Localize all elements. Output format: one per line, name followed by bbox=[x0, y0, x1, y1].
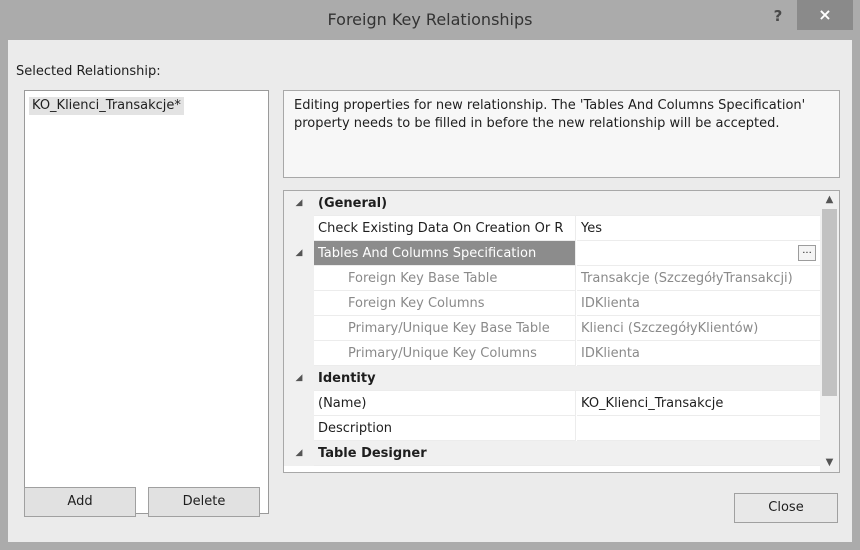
scroll-thumb[interactable] bbox=[822, 209, 837, 396]
property-value[interactable] bbox=[577, 416, 820, 441]
property-name: Identity bbox=[314, 366, 820, 391]
property-category[interactable]: ◢ Table Designer bbox=[284, 441, 820, 466]
property-value[interactable]: Yes bbox=[577, 216, 820, 241]
expand-collapse-icon[interactable]: ◢ bbox=[284, 191, 314, 216]
property-name: (Name) bbox=[314, 391, 576, 416]
property-value[interactable]: Klienci (SzczegółyKlientów) bbox=[577, 316, 820, 341]
property-name: Check Existing Data On Creation Or R bbox=[314, 216, 576, 241]
property-value[interactable]: Transakcje (SzczegółyTransakcji) bbox=[577, 266, 820, 291]
dialog-body: Selected Relationship: KO_Klienci_Transa… bbox=[8, 40, 852, 542]
row-gutter bbox=[284, 341, 314, 366]
property-name: Primary/Unique Key Columns bbox=[314, 341, 576, 366]
property-row[interactable]: Check Existing Data On Creation Or R Yes bbox=[284, 216, 820, 241]
expand-collapse-icon[interactable]: ◢ bbox=[284, 366, 314, 391]
property-value[interactable]: IDKlienta bbox=[577, 291, 820, 316]
delete-button[interactable]: Delete bbox=[148, 487, 260, 517]
description-box: Editing properties for new relationship.… bbox=[283, 90, 840, 178]
row-gutter bbox=[284, 291, 314, 316]
title-bar: Foreign Key Relationships ? × bbox=[0, 0, 860, 40]
property-row[interactable]: Foreign Key Columns IDKlienta bbox=[284, 291, 820, 316]
relationship-list[interactable]: KO_Klienci_Transakcje* bbox=[24, 90, 269, 514]
scroll-up-icon[interactable]: ▲ bbox=[820, 191, 839, 209]
scroll-down-icon[interactable]: ▼ bbox=[820, 454, 839, 472]
dialog-window: Foreign Key Relationships ? × Selected R… bbox=[0, 0, 860, 550]
expand-collapse-icon[interactable]: ◢ bbox=[284, 441, 314, 466]
property-row[interactable]: Foreign Key Base Table Transakcje (Szczeg… bbox=[284, 266, 820, 291]
help-button[interactable]: ? bbox=[760, 4, 796, 30]
property-grid[interactable]: ◢ (General) Check Existing Data On Creatio… bbox=[283, 190, 840, 473]
property-category[interactable]: ◢ Identity bbox=[284, 366, 820, 391]
property-value[interactable] bbox=[577, 241, 820, 266]
property-row[interactable]: ◢ Tables And Columns Specification... bbox=[284, 241, 820, 266]
close-button[interactable]: Close bbox=[734, 493, 838, 523]
property-category[interactable]: ◢ (General) bbox=[284, 191, 820, 216]
property-name: Tables And Columns Specification bbox=[314, 241, 576, 266]
property-name: (General) bbox=[314, 191, 820, 216]
ellipsis-button[interactable]: ... bbox=[798, 245, 816, 261]
selected-relationship-label: Selected Relationship: bbox=[16, 64, 161, 79]
property-name: Table Designer bbox=[314, 441, 820, 466]
row-gutter bbox=[284, 316, 314, 341]
property-name: Description bbox=[314, 416, 576, 441]
row-gutter bbox=[284, 416, 314, 441]
add-button[interactable]: Add bbox=[24, 487, 136, 517]
property-name: Foreign Key Base Table bbox=[314, 266, 576, 291]
property-row[interactable]: Primary/Unique Key Base Table Klienci (Sz… bbox=[284, 316, 820, 341]
vertical-scrollbar[interactable]: ▲ ▼ bbox=[820, 191, 839, 472]
window-title: Foreign Key Relationships bbox=[327, 10, 533, 29]
row-gutter bbox=[284, 391, 314, 416]
row-gutter bbox=[284, 266, 314, 291]
property-name: Primary/Unique Key Base Table bbox=[314, 316, 576, 341]
property-row[interactable]: (Name) KO_Klienci_Transakcje bbox=[284, 391, 820, 416]
row-gutter bbox=[284, 216, 314, 241]
property-row[interactable]: Primary/Unique Key Columns IDKlienta bbox=[284, 341, 820, 366]
list-item[interactable]: KO_Klienci_Transakcje* bbox=[29, 97, 184, 115]
property-row[interactable]: Description bbox=[284, 416, 820, 441]
property-name: Foreign Key Columns bbox=[314, 291, 576, 316]
window-close-button[interactable]: × bbox=[797, 0, 853, 30]
property-value[interactable]: IDKlienta bbox=[577, 341, 820, 366]
expand-collapse-icon[interactable]: ◢ bbox=[284, 241, 314, 266]
property-value[interactable]: KO_Klienci_Transakcje bbox=[577, 391, 820, 416]
